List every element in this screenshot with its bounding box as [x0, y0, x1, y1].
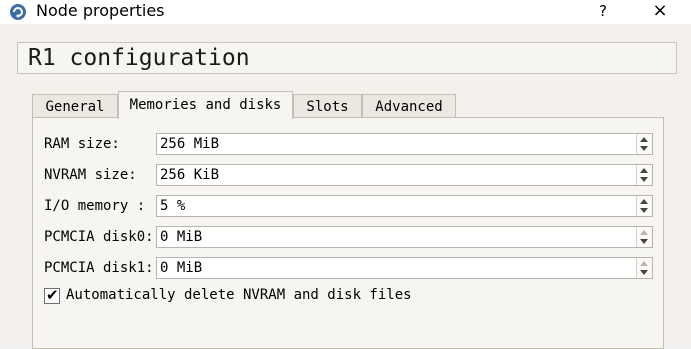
io-memory-spinbox[interactable]: 5 % — [156, 195, 653, 217]
gns3-app-icon — [10, 4, 26, 20]
help-button[interactable]: ? — [583, 0, 623, 24]
tab-slots[interactable]: Slots — [293, 94, 362, 119]
nvram-size-spinbox[interactable]: 256 KiB — [156, 164, 653, 186]
tab-memories-and-disks[interactable]: Memories and disks — [118, 91, 293, 119]
pcmcia-disk1-value: 0 MiB — [160, 260, 203, 276]
nvram-size-stepper[interactable] — [636, 165, 652, 185]
pcmcia-disk0-stepper[interactable] — [636, 227, 652, 247]
arrow-up-icon[interactable] — [640, 261, 648, 266]
pcmcia-disk0-value: 0 MiB — [160, 229, 203, 245]
window-title: Node properties — [36, 1, 165, 20]
arrow-down-icon[interactable] — [640, 177, 648, 182]
tab-advanced[interactable]: Advanced — [362, 94, 456, 119]
pcmcia-disk0-spinbox[interactable]: 0 MiB — [156, 226, 653, 248]
pcmcia-disk1-stepper[interactable] — [636, 258, 652, 278]
memories-panel: RAM size: 256 MiB NVRAM size: 256 KiB I/… — [32, 117, 664, 349]
ram-size-spinbox[interactable]: 256 MiB — [156, 133, 653, 155]
auto-delete-checkbox[interactable]: ✔ — [44, 286, 60, 304]
io-memory-value: 5 % — [160, 198, 186, 214]
arrow-up-icon[interactable] — [640, 230, 648, 235]
tab-general[interactable]: General — [32, 94, 118, 119]
checkmark-icon: ✔ — [46, 286, 59, 304]
dialog-body: R1 configuration General Memories and di… — [0, 24, 691, 349]
config-title: R1 configuration — [28, 45, 250, 71]
arrow-up-icon[interactable] — [640, 168, 648, 173]
arrow-down-icon[interactable] — [640, 146, 648, 151]
io-memory-stepper[interactable] — [636, 196, 652, 216]
nvram-size-label: NVRAM size: — [44, 167, 137, 183]
ram-size-stepper[interactable] — [636, 134, 652, 154]
arrow-up-icon[interactable] — [640, 199, 648, 204]
ram-size-value: 256 MiB — [160, 136, 220, 152]
arrow-down-icon[interactable] — [640, 270, 648, 275]
io-memory-label: I/O memory : — [44, 198, 146, 214]
close-button[interactable]: × — [640, 0, 680, 24]
auto-delete-label[interactable]: Automatically delete NVRAM and disk file… — [66, 285, 412, 305]
config-header: R1 configuration — [17, 42, 677, 74]
pcmcia-disk0-label: PCMCIA disk0: — [44, 229, 154, 245]
pcmcia-disk1-spinbox[interactable]: 0 MiB — [156, 257, 653, 279]
arrow-down-icon[interactable] — [640, 208, 648, 213]
ram-size-label: RAM size: — [44, 136, 120, 152]
arrow-down-icon[interactable] — [640, 239, 648, 244]
arrow-up-icon[interactable] — [640, 137, 648, 142]
title-bar: Node properties ? × — [0, 0, 691, 24]
pcmcia-disk1-label: PCMCIA disk1: — [44, 260, 154, 276]
nvram-size-value: 256 KiB — [160, 167, 220, 183]
